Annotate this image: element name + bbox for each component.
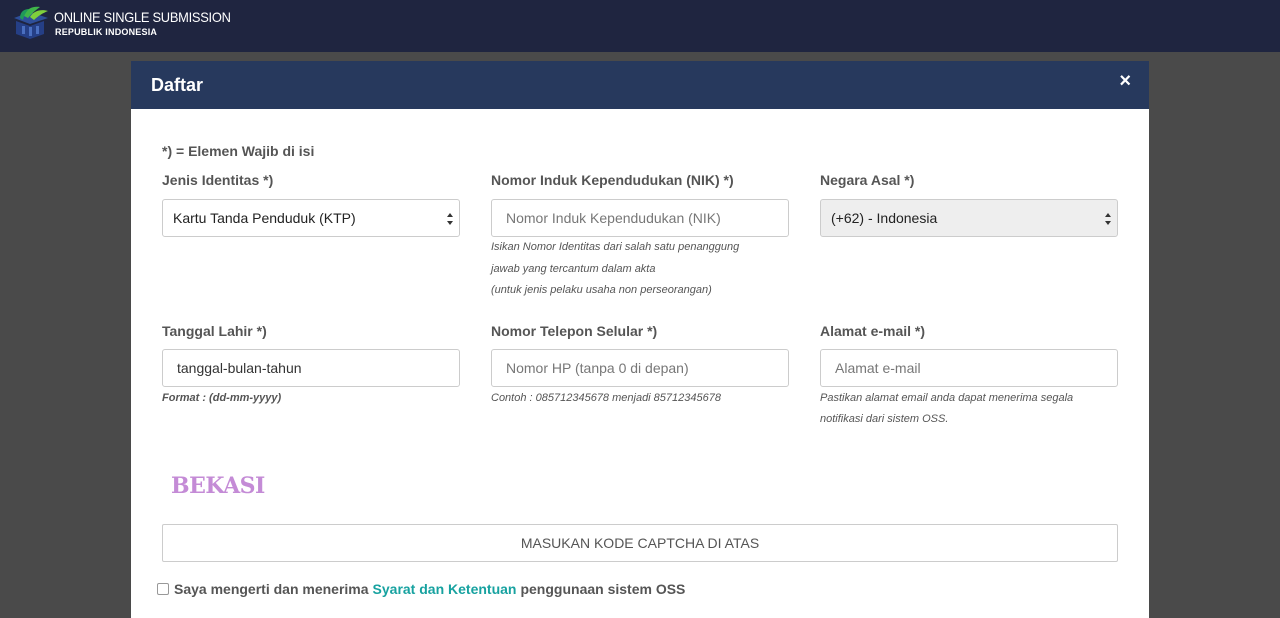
- birth-date-help: Format : (dd-mm-yyyy): [162, 392, 282, 404]
- brand-subtitle: REPUBLIK INDONESIA: [55, 27, 158, 37]
- select-arrows-icon: [447, 213, 453, 225]
- phone-label: Nomor Telepon Selular *): [491, 323, 658, 339]
- top-navbar: ONLINE SINGLE SUBMISSION REPUBLIK INDONE…: [0, 0, 1280, 52]
- identity-type-value: Kartu Tanda Penduduk (KTP): [173, 210, 356, 226]
- terms-prefix: Saya mengerti dan menerima: [174, 581, 369, 597]
- captcha-image: BEKASI: [171, 473, 265, 499]
- email-help-1: Pastikan alamat email anda dapat menerim…: [820, 392, 1074, 404]
- phone-input[interactable]: Nomor HP (tanpa 0 di depan): [491, 349, 789, 387]
- select-arrows-icon: [1105, 213, 1111, 225]
- nik-help-3: (untuk jenis pelaku usaha non perseorang…: [491, 284, 712, 296]
- terms-link[interactable]: Syarat dan Ketentuan: [373, 581, 517, 597]
- terms-agreement: Saya mengerti dan menerima Syarat dan Ke…: [157, 581, 685, 597]
- country-label: Negara Asal *): [820, 172, 915, 188]
- modal-title: Daftar: [151, 75, 204, 95]
- oss-logo-icon[interactable]: [10, 4, 52, 40]
- birth-date-label: Tanggal Lahir *): [162, 323, 267, 339]
- terms-checkbox[interactable]: [157, 583, 169, 595]
- register-modal: Daftar × *) = Elemen Wajib di isi Jenis …: [131, 61, 1149, 618]
- close-icon[interactable]: ×: [1119, 70, 1131, 92]
- email-label: Alamat e-mail *): [820, 323, 926, 339]
- phone-help: Contoh : 085712345678 menjadi 8571234567…: [491, 392, 721, 404]
- nik-label: Nomor Induk Kependudukan (NIK) *): [491, 172, 734, 188]
- identity-type-select[interactable]: Kartu Tanda Penduduk (KTP): [162, 199, 460, 237]
- modal-header: Daftar ×: [131, 61, 1149, 109]
- nik-help-1: Isikan Nomor Identitas dari salah satu p…: [491, 241, 740, 253]
- country-value: (+62) - Indonesia: [831, 210, 938, 226]
- identity-type-label: Jenis Identitas *): [162, 172, 274, 188]
- country-select[interactable]: (+62) - Indonesia: [820, 199, 1118, 237]
- email-input[interactable]: Alamat e-mail: [820, 349, 1118, 387]
- birth-date-input[interactable]: tanggal-bulan-tahun: [162, 349, 460, 387]
- nik-input[interactable]: Nomor Induk Kependudukan (NIK): [491, 199, 789, 237]
- nik-help-2: jawab yang tercantum dalam akta: [491, 263, 656, 275]
- brand-title: ONLINE SINGLE SUBMISSION: [54, 9, 231, 25]
- terms-suffix: penggunaan sistem OSS: [520, 581, 686, 597]
- required-note: *) = Elemen Wajib di isi: [162, 143, 315, 159]
- email-help-2: notifikasi dari sistem OSS.: [820, 413, 949, 425]
- captcha-input[interactable]: MASUKAN KODE CAPTCHA DI ATAS: [162, 524, 1118, 562]
